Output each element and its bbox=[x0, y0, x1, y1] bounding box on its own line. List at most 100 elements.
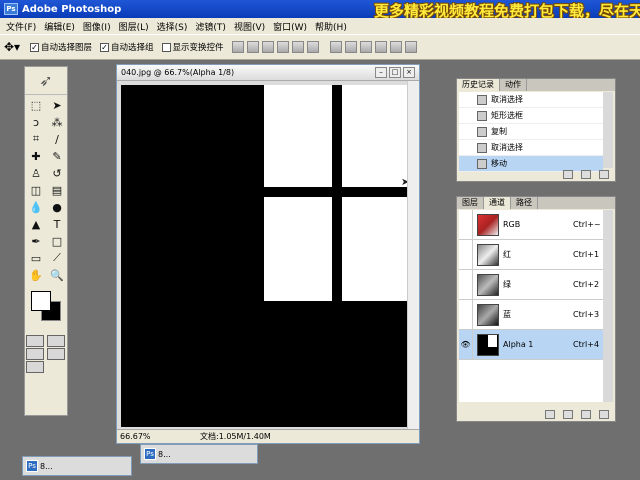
slice-tool-icon[interactable]: ∕ bbox=[47, 131, 67, 147]
menu-file[interactable]: 文件(F) bbox=[6, 20, 36, 33]
channel-shortcut: Ctrl+~ bbox=[573, 220, 601, 229]
align-left-icon[interactable] bbox=[276, 41, 289, 53]
align-vcenter-icon[interactable] bbox=[246, 41, 259, 53]
blur-tool-icon[interactable]: 💧 bbox=[26, 199, 46, 215]
menu-window[interactable]: 窗口(W) bbox=[273, 20, 307, 33]
checkbox-unchecked-icon bbox=[161, 42, 171, 52]
channel-name: 红 bbox=[503, 250, 511, 259]
align-top-icon[interactable] bbox=[231, 41, 244, 53]
visibility-toggle[interactable] bbox=[459, 300, 473, 329]
move-tool-preset-icon[interactable]: ✥▾ bbox=[4, 40, 26, 56]
notes-tool-icon[interactable]: ▭ bbox=[26, 250, 46, 266]
channel-row-selected[interactable]: 👁 Alpha 1 Ctrl+4 bbox=[459, 330, 605, 360]
menu-image[interactable]: 图像(I) bbox=[83, 20, 111, 33]
channel-row[interactable]: 红 Ctrl+1 bbox=[459, 240, 605, 270]
history-item[interactable]: 取消选择 bbox=[459, 92, 603, 108]
jump-to-imageready-icon[interactable] bbox=[26, 361, 44, 373]
document-vertical-scrollbar[interactable] bbox=[407, 81, 419, 429]
lasso-tool-icon[interactable]: ↄ bbox=[26, 114, 46, 130]
screen-mode-standard-icon[interactable] bbox=[26, 348, 44, 360]
show-transform-checkbox[interactable]: 显示变换控件 bbox=[161, 41, 224, 53]
align-hcenter-icon[interactable] bbox=[291, 41, 304, 53]
menu-select[interactable]: 选择(S) bbox=[157, 20, 188, 33]
distribute-left-icon[interactable] bbox=[374, 41, 387, 53]
crop-tool-icon[interactable]: ⌗ bbox=[26, 131, 46, 147]
visibility-toggle[interactable] bbox=[459, 210, 473, 239]
trash-icon[interactable] bbox=[599, 169, 609, 179]
zoom-level[interactable]: 66.67% bbox=[120, 432, 160, 441]
close-icon[interactable]: × bbox=[403, 67, 415, 78]
minimize-icon[interactable]: – bbox=[375, 67, 387, 78]
alpha-thumbnail-white bbox=[488, 334, 498, 347]
history-state-icon bbox=[477, 142, 487, 153]
tab-paths[interactable]: 路径 bbox=[511, 197, 538, 209]
hand-tool-icon[interactable]: ✋ bbox=[26, 267, 46, 283]
align-bottom-icon[interactable] bbox=[261, 41, 274, 53]
align-right-icon[interactable] bbox=[306, 41, 319, 53]
history-item[interactable]: 复制 bbox=[459, 124, 603, 140]
brush-tool-icon[interactable]: ✎ bbox=[47, 148, 67, 164]
dodge-tool-icon[interactable]: ● bbox=[47, 199, 67, 215]
history-list: 取消选择 矩形选框 复制 取消选择 移动 bbox=[459, 92, 603, 172]
checkbox-checked-icon: ✓ bbox=[30, 42, 39, 52]
channels-panel: 图层 通道 路径 RGB Ctrl+~ 红 Ctrl+1 绿 Ctrl+2 蓝 … bbox=[456, 196, 616, 422]
new-snapshot-icon[interactable] bbox=[581, 169, 591, 179]
minimized-window[interactable]: Ps 8... bbox=[140, 444, 258, 464]
type-tool-icon[interactable]: T bbox=[47, 216, 67, 232]
new-channel-icon[interactable] bbox=[581, 409, 591, 419]
distribute-top-icon[interactable] bbox=[329, 41, 342, 53]
pen-tool-icon[interactable]: ✒ bbox=[26, 233, 46, 249]
document-info[interactable]: 文档:1.05M/1.40M bbox=[200, 431, 271, 442]
maximize-icon[interactable]: □ bbox=[389, 67, 401, 78]
menu-edit[interactable]: 编辑(E) bbox=[44, 20, 75, 33]
history-item[interactable]: 矩形选框 bbox=[459, 108, 603, 124]
minimized-window[interactable]: Ps 8... bbox=[22, 456, 132, 476]
menu-layer[interactable]: 图层(L) bbox=[119, 20, 149, 33]
zoom-tool-icon[interactable]: 🔍 bbox=[47, 267, 67, 283]
gradient-tool-icon[interactable]: ▤ bbox=[47, 182, 67, 198]
auto-select-layer-checkbox[interactable]: ✓ 自动选择图层 bbox=[30, 41, 92, 53]
history-item[interactable]: 取消选择 bbox=[459, 140, 603, 156]
marquee-tool-icon[interactable]: ⬚ bbox=[26, 97, 46, 113]
foreground-color-swatch[interactable] bbox=[31, 291, 51, 311]
eyedropper-tool-icon[interactable]: ⟋ bbox=[47, 250, 67, 266]
options-bar: ✥▾ ✓ 自动选择图层 ✓ 自动选择组 显示变换控件 bbox=[0, 34, 640, 60]
distribute-hcenter-icon[interactable] bbox=[389, 41, 402, 53]
menu-view[interactable]: 视图(V) bbox=[234, 20, 265, 33]
screen-mode-full-icon[interactable] bbox=[47, 348, 65, 360]
tab-history[interactable]: 历史记录 bbox=[457, 79, 500, 91]
eye-icon[interactable]: 👁 bbox=[459, 330, 473, 359]
history-scrollbar[interactable] bbox=[603, 92, 613, 168]
image-canvas[interactable]: ➤ bbox=[121, 85, 407, 427]
distribute-bottom-icon[interactable] bbox=[359, 41, 372, 53]
clone-stamp-icon[interactable]: ♙ bbox=[26, 165, 46, 181]
visibility-toggle[interactable] bbox=[459, 240, 473, 269]
quick-mask-icon[interactable] bbox=[47, 335, 65, 347]
distribute-right-icon[interactable] bbox=[404, 41, 417, 53]
channel-row[interactable]: 绿 Ctrl+2 bbox=[459, 270, 605, 300]
load-channel-selection-icon[interactable] bbox=[545, 409, 555, 419]
new-document-from-state-icon[interactable] bbox=[563, 169, 573, 179]
auto-select-group-checkbox[interactable]: ✓ 自动选择组 bbox=[100, 41, 154, 53]
save-selection-channel-icon[interactable] bbox=[563, 409, 573, 419]
path-select-icon[interactable]: ▲ bbox=[26, 216, 46, 232]
healing-brush-icon[interactable]: ✚ bbox=[26, 148, 46, 164]
tab-actions[interactable]: 动作 bbox=[500, 79, 527, 91]
channels-scrollbar[interactable] bbox=[603, 210, 613, 402]
standard-mode-icon[interactable] bbox=[26, 335, 44, 347]
tab-channels[interactable]: 通道 bbox=[484, 197, 511, 209]
channel-row[interactable]: 蓝 Ctrl+3 bbox=[459, 300, 605, 330]
eraser-tool-icon[interactable]: ◫ bbox=[26, 182, 46, 198]
magic-wand-tool-icon[interactable]: ⁂ bbox=[47, 114, 67, 130]
history-brush-icon[interactable]: ↺ bbox=[47, 165, 67, 181]
trash-icon[interactable] bbox=[599, 409, 609, 419]
menu-help[interactable]: 帮助(H) bbox=[315, 20, 347, 33]
channel-shortcut: Ctrl+1 bbox=[573, 250, 600, 259]
move-tool-icon[interactable]: ➤ bbox=[47, 97, 67, 113]
distribute-vcenter-icon[interactable] bbox=[344, 41, 357, 53]
shape-tool-icon[interactable]: □ bbox=[47, 233, 67, 249]
tab-layers[interactable]: 图层 bbox=[457, 197, 484, 209]
visibility-toggle[interactable] bbox=[459, 270, 473, 299]
channel-row[interactable]: RGB Ctrl+~ bbox=[459, 210, 605, 240]
menu-filter[interactable]: 滤镜(T) bbox=[195, 20, 226, 33]
